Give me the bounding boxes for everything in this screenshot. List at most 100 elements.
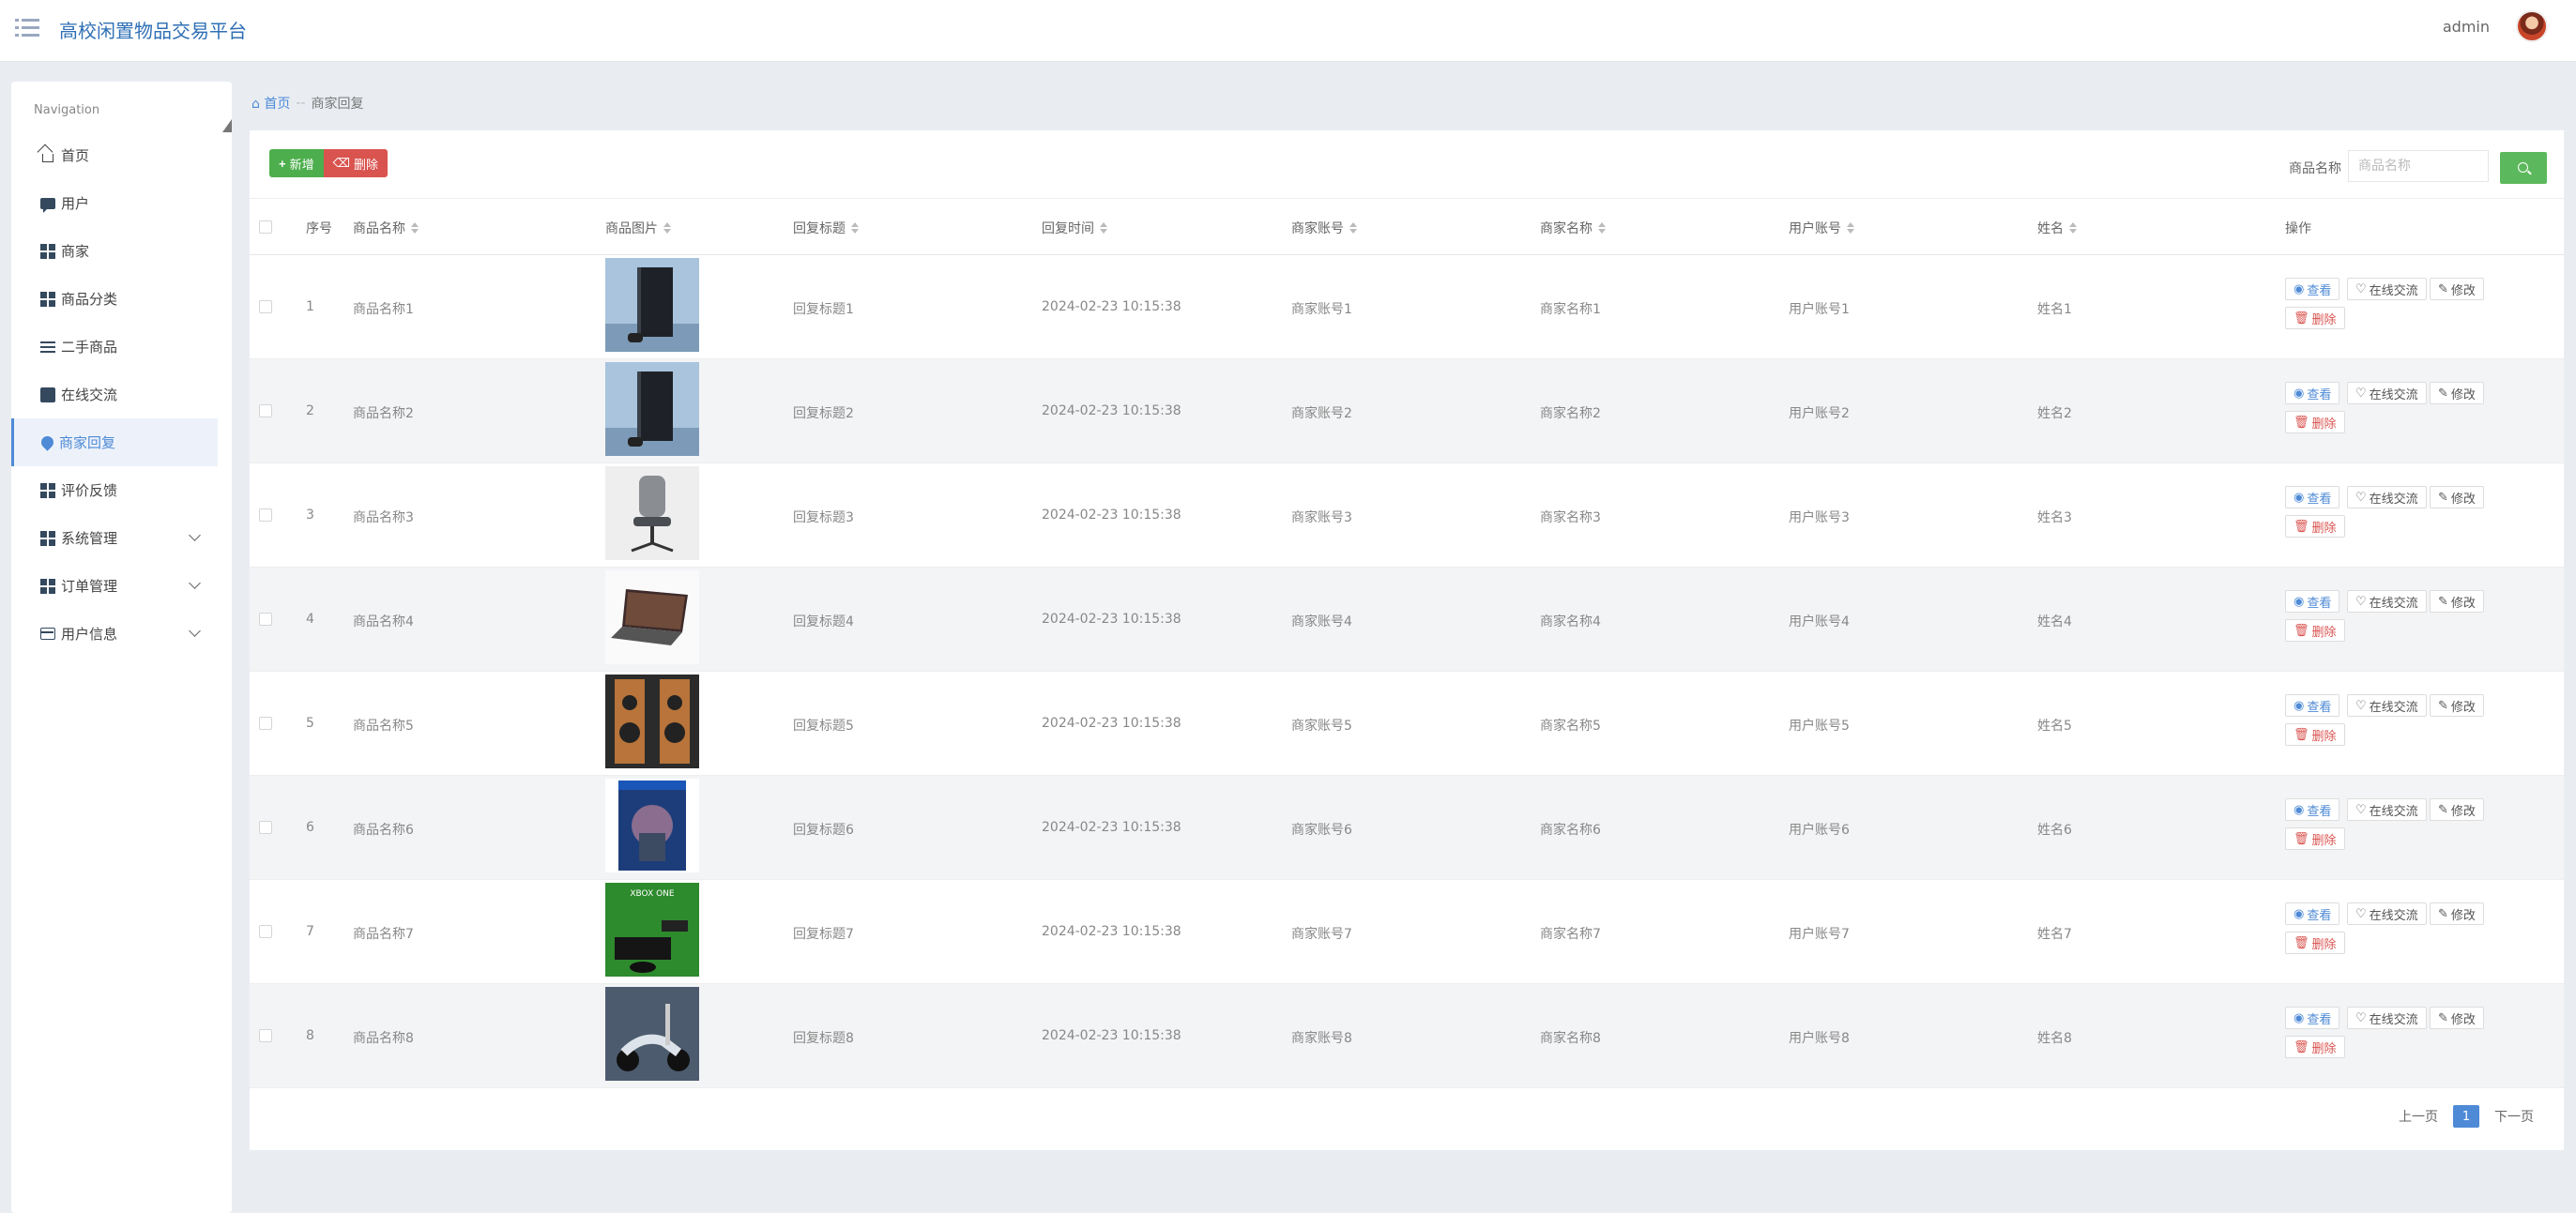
- chat-button[interactable]: ♡ 在线交流: [2347, 1007, 2427, 1029]
- view-button[interactable]: ◉ 查看: [2285, 382, 2340, 404]
- edit-button[interactable]: ✎ 修改: [2430, 590, 2484, 613]
- view-button[interactable]: ◉ 查看: [2285, 902, 2340, 925]
- view-label: 查看: [2307, 387, 2332, 402]
- edit-button[interactable]: ✎ 修改: [2430, 694, 2484, 717]
- header-merchant-account[interactable]: 商家账号: [1291, 219, 1357, 237]
- sidebar-item-orders[interactable]: 订单管理: [11, 562, 218, 610]
- sidebar-item-merchants[interactable]: 商家: [11, 227, 218, 275]
- row-checkbox[interactable]: [259, 1029, 272, 1042]
- edit-button[interactable]: ✎ 修改: [2430, 1007, 2484, 1029]
- delete-label: 删除: [2311, 937, 2337, 952]
- view-button[interactable]: ◉ 查看: [2285, 798, 2340, 821]
- chat-button[interactable]: ♡ 在线交流: [2347, 902, 2427, 925]
- table-row[interactable]: 5 商品名称5 回复标题5 2024-02-23 10:15:38 商家账号5 商家名称5…: [250, 672, 2564, 776]
- product-image[interactable]: [605, 258, 699, 352]
- product-image[interactable]: XBOX ONE: [605, 883, 699, 977]
- row-checkbox[interactable]: [259, 404, 272, 417]
- current-page[interactable]: 1: [2453, 1105, 2479, 1128]
- product-image[interactable]: [605, 779, 699, 872]
- edit-button[interactable]: ✎ 修改: [2430, 278, 2484, 300]
- select-all-checkbox[interactable]: [259, 220, 272, 234]
- sliders-icon: [40, 339, 55, 355]
- delete-button[interactable]: 🗑 删除: [2285, 307, 2345, 329]
- chat-button[interactable]: ♡ 在线交流: [2347, 798, 2427, 821]
- menu-icon[interactable]: [15, 17, 39, 38]
- table-row[interactable]: 4 商品名称4 回复标题4 2024-02-23 10:15:38 商家账号4 商家名称4…: [250, 568, 2564, 672]
- sidebar-item-secondhand[interactable]: 二手商品: [11, 323, 218, 371]
- sidebar-item-categories[interactable]: 商品分类: [11, 275, 218, 323]
- edit-label: 修改: [2450, 1012, 2476, 1027]
- edit-button[interactable]: ✎ 修改: [2430, 902, 2484, 925]
- row-checkbox[interactable]: [259, 613, 272, 626]
- header-name[interactable]: 商品名称: [353, 219, 419, 237]
- table-row[interactable]: 3 商品名称3 回复标题3 2024-02-23 10:15:38 商家账号3 商家名称3…: [250, 463, 2564, 568]
- product-image[interactable]: [605, 570, 699, 664]
- add-button[interactable]: + 新增: [269, 149, 324, 177]
- breadcrumb-home[interactable]: ⌂ 首页: [252, 94, 290, 113]
- row-checkbox[interactable]: [259, 925, 272, 938]
- table-row[interactable]: 1 商品名称1 回复标题1 2024-02-23 10:15:38 商家账号1 商家名称1…: [250, 255, 2564, 359]
- table-row[interactable]: 6 商品名称6 回复标题6 2024-02-23 10:15:38 商家账号6 商家名称6…: [250, 776, 2564, 880]
- edit-button[interactable]: ✎ 修改: [2430, 382, 2484, 404]
- delete-button[interactable]: 🗑 删除: [2285, 723, 2345, 746]
- sidebar-item-chat[interactable]: 在线交流: [11, 371, 218, 418]
- collapse-icon[interactable]: [222, 119, 232, 132]
- delete-button[interactable]: 🗑 删除: [2285, 932, 2345, 954]
- search-input[interactable]: [2348, 150, 2489, 182]
- view-button[interactable]: ◉ 查看: [2285, 1007, 2340, 1029]
- delete-button[interactable]: 🗑 删除: [2285, 515, 2345, 538]
- row-checkbox[interactable]: [259, 508, 272, 522]
- username[interactable]: admin: [2443, 18, 2490, 36]
- prev-page-button[interactable]: 上一页: [2399, 1107, 2438, 1126]
- view-button[interactable]: ◉ 查看: [2285, 486, 2340, 508]
- view-button[interactable]: ◉ 查看: [2285, 694, 2340, 717]
- sidebar-item-label: 评价反馈: [61, 482, 118, 499]
- sort-icon: [851, 222, 859, 234]
- header-label: 回复标题: [793, 221, 846, 236]
- row-checkbox[interactable]: [259, 821, 272, 834]
- edit-button[interactable]: ✎ 修改: [2430, 798, 2484, 821]
- delete-label: 删除: [2311, 625, 2337, 640]
- sidebar-item-feedback[interactable]: 评价反馈: [11, 466, 218, 514]
- product-image[interactable]: [605, 987, 699, 1081]
- row-checkbox[interactable]: [259, 300, 272, 313]
- avatar[interactable]: [2516, 10, 2548, 42]
- header-reply-time[interactable]: 回复时间: [1042, 219, 1107, 237]
- product-image[interactable]: [605, 675, 699, 768]
- chat-button[interactable]: ♡ 在线交流: [2347, 278, 2427, 300]
- search-button[interactable]: [2500, 152, 2547, 184]
- sidebar-item-profile[interactable]: 用户信息: [11, 610, 218, 658]
- header-merchant-name[interactable]: 商家名称: [1540, 219, 1606, 237]
- sidebar-item-users[interactable]: 用户: [11, 179, 218, 227]
- product-image[interactable]: [605, 362, 699, 456]
- main-panel: + 新增 ⌫ 删除 商品名称 序号 商品名称 商品图片 回复标题 回复时间 商家…: [250, 130, 2564, 1150]
- header-image[interactable]: 商品图片: [605, 219, 671, 237]
- header-real-name[interactable]: 姓名: [2037, 219, 2077, 237]
- chat-button[interactable]: ♡ 在线交流: [2347, 382, 2427, 404]
- view-button[interactable]: ◉ 查看: [2285, 590, 2340, 613]
- sidebar-item-home[interactable]: 首页: [11, 131, 218, 179]
- table-row[interactable]: 7 商品名称7 回复标题7 2024-02-23 10:15:38 商家账号7 商家名称7…: [250, 880, 2564, 984]
- delete-button[interactable]: 🗑 删除: [2285, 619, 2345, 642]
- table-row[interactable]: 2 商品名称2 回复标题2 2024-02-23 10:15:38 商家账号2 商家名称2…: [250, 359, 2564, 463]
- sidebar-item-system[interactable]: 系统管理: [11, 514, 218, 562]
- delete-button[interactable]: 🗑 删除: [2285, 411, 2345, 433]
- chat-button[interactable]: ♡ 在线交流: [2347, 694, 2427, 717]
- edit-button[interactable]: ✎ 修改: [2430, 486, 2484, 508]
- header-reply-title[interactable]: 回复标题: [793, 219, 859, 237]
- table-row[interactable]: 8 商品名称8 回复标题8 2024-02-23 10:15:38 商家账号8 商家名称8…: [250, 984, 2564, 1088]
- edit-icon: ✎: [2438, 490, 2448, 505]
- next-page-button[interactable]: 下一页: [2494, 1107, 2534, 1126]
- inbox-icon: [40, 387, 55, 402]
- cell-merchant-name: 商家名称4: [1540, 614, 1601, 629]
- header-user-account[interactable]: 用户账号: [1789, 219, 1854, 237]
- row-checkbox[interactable]: [259, 717, 272, 730]
- view-button[interactable]: ◉ 查看: [2285, 278, 2340, 300]
- batch-delete-button[interactable]: ⌫ 删除: [323, 149, 389, 177]
- delete-button[interactable]: 🗑 删除: [2285, 1036, 2345, 1058]
- delete-button[interactable]: 🗑 删除: [2285, 827, 2345, 850]
- product-image[interactable]: [605, 466, 699, 560]
- sidebar-item-merchant-reply[interactable]: 商家回复: [11, 418, 218, 466]
- chat-button[interactable]: ♡ 在线交流: [2347, 486, 2427, 508]
- chat-button[interactable]: ♡ 在线交流: [2347, 590, 2427, 613]
